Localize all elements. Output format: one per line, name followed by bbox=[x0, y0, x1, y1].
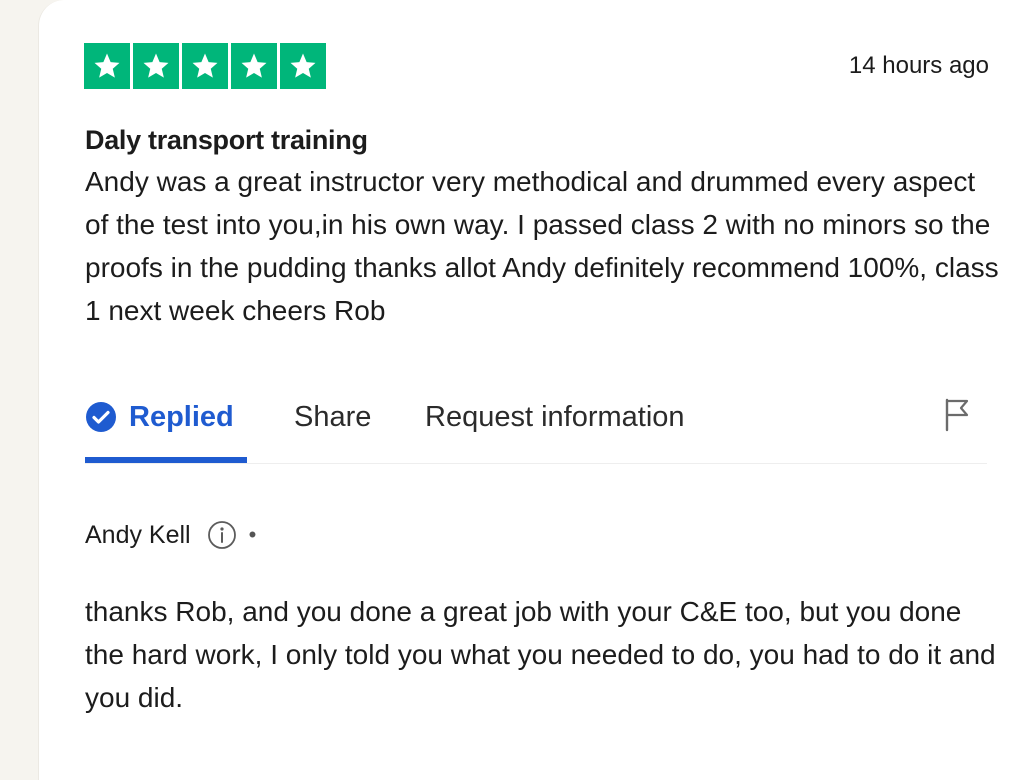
share-label: Share bbox=[294, 400, 372, 433]
info-icon[interactable] bbox=[207, 520, 237, 550]
replied-label: Replied bbox=[129, 400, 234, 433]
request-information-label: Request information bbox=[425, 400, 685, 433]
separator-dot: • bbox=[248, 522, 257, 547]
review-time: 14 hours ago bbox=[848, 52, 989, 79]
share-button[interactable]: Share bbox=[294, 395, 371, 439]
reply-body: thanks Rob, and you done a great job wit… bbox=[85, 596, 996, 713]
reply-author: Andy Kell bbox=[85, 520, 191, 549]
star-rating bbox=[84, 43, 326, 89]
request-information-button[interactable]: Request information bbox=[425, 395, 685, 439]
star-icon bbox=[280, 43, 326, 89]
star-icon bbox=[182, 43, 228, 89]
review-card: 14 hours ago Daly transport training And… bbox=[38, 0, 1024, 780]
review-body: Andy was a great instructor very methodi… bbox=[85, 166, 999, 326]
review-title: Daly transport training bbox=[85, 125, 368, 155]
replied-button[interactable]: Replied bbox=[85, 395, 247, 463]
star-icon bbox=[133, 43, 179, 89]
reply-header: Andy Kell • bbox=[85, 520, 256, 550]
star-icon bbox=[231, 43, 277, 89]
star-icon bbox=[84, 43, 130, 89]
review-actions: Replied Share Request information bbox=[85, 395, 987, 464]
check-circle-icon bbox=[85, 401, 117, 433]
flag-icon[interactable] bbox=[942, 397, 972, 438]
